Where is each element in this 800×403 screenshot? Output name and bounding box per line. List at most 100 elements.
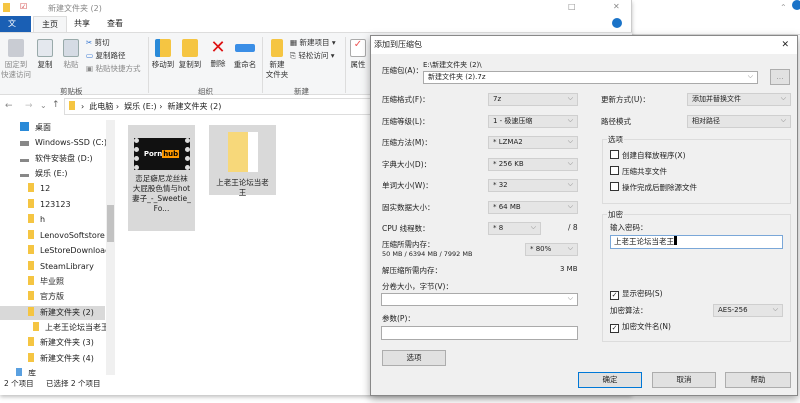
nav-item-folder[interactable]: 官方版 bbox=[28, 290, 64, 304]
nav-item-folder[interactable]: h bbox=[28, 213, 45, 227]
tab-share[interactable]: 共享 bbox=[66, 16, 98, 32]
params-input[interactable] bbox=[381, 326, 578, 340]
copy-path-button[interactable]: ▭ 复制路径 bbox=[86, 51, 125, 61]
back-icon[interactable]: ← bbox=[5, 101, 13, 111]
tab-view[interactable]: 查看 bbox=[99, 16, 131, 32]
move-to-button[interactable]: 移动到 bbox=[151, 39, 175, 70]
path-mode-combo[interactable]: 相对路径 bbox=[687, 115, 791, 128]
copy-to-button[interactable]: 复制到 bbox=[178, 39, 202, 70]
nav-label: 上老王论坛当老王 bbox=[45, 323, 109, 332]
encrypt-names-checkbox[interactable]: ✓ 加密文件名(N) bbox=[610, 322, 671, 333]
folder-icon bbox=[28, 183, 34, 192]
breadcrumb-item[interactable]: 娱乐 (E:) bbox=[124, 102, 157, 111]
nav-item-libraries[interactable]: 库 bbox=[16, 367, 36, 376]
nav-item-drive-c[interactable]: Windows-SSD (C:) bbox=[20, 136, 107, 150]
tab-file[interactable]: 文件 bbox=[0, 16, 31, 44]
dict-combo[interactable]: * 256 KB bbox=[488, 158, 578, 171]
cancel-button[interactable]: 取消 bbox=[652, 372, 716, 388]
easy-access-label: 轻松访问 bbox=[298, 51, 329, 60]
memory-percent-combo[interactable]: * 80% bbox=[525, 243, 578, 256]
forward-icon[interactable]: → bbox=[25, 101, 33, 111]
browse-button[interactable]: ... bbox=[770, 69, 790, 85]
scrollbar-thumb[interactable] bbox=[107, 205, 114, 242]
nav-item-drive-d[interactable]: 软件安装盘 (D:) bbox=[20, 152, 93, 166]
nav-item-folder[interactable]: SteamLibrary bbox=[28, 260, 94, 274]
memory-label: 压缩所需内存： bbox=[382, 240, 435, 249]
close-icon[interactable]: ✕ bbox=[781, 36, 789, 54]
move-to-icon bbox=[155, 39, 171, 57]
properties-quick-icon[interactable]: ☑ bbox=[20, 2, 27, 11]
word-label: 单词大小(W)： bbox=[382, 181, 433, 190]
new-item-button[interactable]: ▦ 新建项目 ▾ bbox=[290, 38, 336, 48]
move-to-label: 移动到 bbox=[151, 60, 175, 69]
checkbox-label: 压缩共享文件 bbox=[622, 167, 667, 176]
nav-item-folder[interactable]: 新建文件夹 (4) bbox=[28, 352, 94, 366]
easy-access-button[interactable]: ⎘ 轻松访问 ▾ bbox=[290, 51, 335, 61]
chevron-up-icon[interactable]: ⌃ bbox=[780, 3, 787, 12]
options-button[interactable]: 选项 bbox=[382, 350, 446, 366]
close-icon[interactable]: ✕ bbox=[613, 2, 620, 11]
nav-item-folder[interactable]: 123123 bbox=[28, 198, 71, 212]
address-bar[interactable]: › 此电脑 › 娱乐 (E:) › 新建文件夹 (2) bbox=[64, 98, 374, 115]
archive-path: E:\新建文件夹 (2)\ bbox=[423, 61, 482, 69]
update-mode-combo[interactable]: 添加并替换文件 bbox=[687, 93, 791, 106]
cpu-combo[interactable]: * 8 bbox=[488, 222, 541, 235]
folder-icon bbox=[28, 230, 34, 239]
nav-item-drive-e[interactable]: 娱乐 (E:) bbox=[20, 167, 68, 181]
tab-home[interactable]: 主页 bbox=[33, 16, 67, 32]
shared-files-checkbox[interactable]: 压缩共享文件 bbox=[610, 166, 667, 177]
sfx-checkbox[interactable]: 创建自释放程序(X) bbox=[610, 150, 686, 161]
encryption-method-combo[interactable]: AES-256 bbox=[713, 304, 783, 317]
rename-button[interactable]: 重命名 bbox=[232, 39, 258, 70]
properties-button[interactable]: ✓ 属性 bbox=[348, 39, 368, 70]
nav-item-folder[interactable]: 毕业照 bbox=[28, 275, 64, 289]
format-combo[interactable]: 7z bbox=[488, 93, 578, 106]
delete-after-checkbox[interactable]: 操作完成后删除源文件 bbox=[610, 182, 697, 193]
cpu-label: CPU 线程数： bbox=[382, 224, 430, 233]
split-combo[interactable] bbox=[381, 293, 578, 306]
update-mode-label: 更新方式(U)： bbox=[601, 95, 650, 104]
status-selected-count: 已选择 2 个项目 bbox=[46, 379, 101, 388]
nav-item-folder[interactable]: 新建文件夹 (3) bbox=[28, 336, 94, 350]
delete-button[interactable]: ✕ 删除 bbox=[208, 37, 228, 69]
nav-item-folder[interactable]: 上老王论坛当老王 bbox=[33, 321, 109, 335]
folder-icon bbox=[28, 214, 34, 223]
nav-label: LenovoSoftstore bbox=[40, 231, 105, 240]
folder-icon bbox=[69, 101, 75, 110]
pin-button[interactable]: 固定到 快速访问 bbox=[0, 39, 32, 80]
nav-item-folder-selected[interactable]: 新建文件夹 (2) bbox=[0, 306, 105, 320]
paste-button[interactable]: 粘贴 bbox=[60, 39, 82, 70]
nav-label: 12 bbox=[40, 184, 51, 193]
breadcrumb-item[interactable]: 新建文件夹 (2) bbox=[168, 102, 222, 111]
ok-button[interactable]: 确定 bbox=[578, 372, 642, 388]
archive-name-combo[interactable]: 新建文件夹 (2).7z bbox=[423, 71, 758, 84]
dialog-titlebar: 添加到压缩包 ✕ bbox=[371, 36, 797, 54]
maximize-icon[interactable]: □ bbox=[568, 2, 576, 11]
breadcrumb-item[interactable]: 此电脑 bbox=[89, 102, 113, 111]
help-icon[interactable] bbox=[792, 0, 800, 10]
word-combo[interactable]: * 32 bbox=[488, 179, 578, 192]
file-item-folder[interactable]: 上老王论坛当老王 bbox=[209, 125, 276, 197]
show-password-checkbox[interactable]: ✓ 显示密码(S) bbox=[610, 289, 663, 300]
nav-item-folder[interactable]: 12 bbox=[28, 182, 50, 196]
up-icon[interactable]: ↑ bbox=[52, 100, 60, 110]
password-input[interactable]: 上老王论坛当老王 bbox=[610, 235, 783, 249]
copy-path-label: 复制路径 bbox=[95, 51, 126, 60]
copy-button[interactable]: 复制 bbox=[34, 39, 56, 70]
nav-item-desktop[interactable]: 桌面 bbox=[20, 121, 51, 135]
new-folder-button[interactable]: 新建 文件夹 bbox=[264, 39, 290, 80]
solid-combo[interactable]: * 64 MB bbox=[488, 201, 578, 214]
recent-dropdown-icon[interactable]: ⌄ bbox=[40, 101, 47, 110]
copy-to-label: 复制到 bbox=[178, 60, 202, 69]
help-icon[interactable] bbox=[612, 18, 622, 28]
nav-item-folder[interactable]: LenovoSoftstore bbox=[28, 229, 105, 243]
method-combo[interactable]: * LZMA2 bbox=[488, 136, 578, 149]
paste-shortcut-button[interactable]: ▣ 粘贴快捷方式 bbox=[86, 64, 140, 74]
nav-label: 新建文件夹 (2) bbox=[40, 308, 94, 317]
nav-item-folder[interactable]: LeStoreDownload bbox=[28, 244, 110, 258]
help-button[interactable]: 帮助 bbox=[725, 372, 791, 388]
cut-button[interactable]: ✂ 剪切 bbox=[86, 38, 110, 48]
level-combo[interactable]: 1 - 极速压缩 bbox=[488, 115, 578, 128]
file-item-video[interactable]: Pornhub 恋足癖尼龙丝袜大屁股色情与hot妻子_-_Sweetie_Fo.… bbox=[128, 125, 195, 231]
nav-scrollbar[interactable] bbox=[106, 120, 115, 375]
